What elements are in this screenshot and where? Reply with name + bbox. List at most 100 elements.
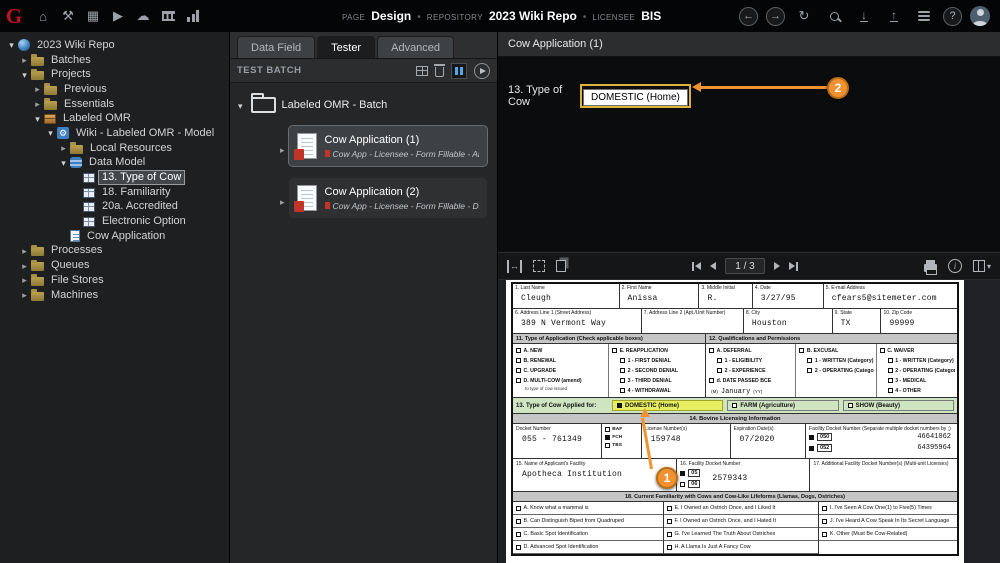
columns-icon[interactable] [416, 66, 428, 76]
delete-icon[interactable] [435, 64, 444, 77]
sidebar-item-18-familiarity[interactable]: 18. Familiarity [0, 185, 229, 200]
chevron-right-icon[interactable] [57, 142, 70, 154]
viewer-toolbar: ↔ 1 / 3 i ▾ [498, 253, 1000, 280]
chevron-right-icon[interactable] [280, 192, 285, 210]
user-avatar[interactable] [970, 6, 990, 26]
sidebar-item-labeled-omr[interactable]: Labeled OMR [0, 111, 229, 126]
grid-icon[interactable]: ▦ [82, 5, 104, 27]
sidebar-item-previous[interactable]: Previous [0, 82, 229, 97]
document-item-2[interactable]: Cow Application (2) Cow App - Licensee -… [289, 178, 487, 218]
run-test-icon[interactable] [474, 63, 490, 79]
sidebar-item-batches[interactable]: Batches [0, 53, 229, 68]
sidebar-item-label: Machines [48, 289, 101, 302]
help-icon[interactable]: ? [943, 7, 962, 26]
repository-value[interactable]: 2023 Wiki Repo [489, 9, 577, 23]
repository-label: REPOSITORY [427, 13, 483, 22]
chevron-right-icon[interactable] [31, 83, 44, 95]
document-icon [297, 185, 317, 211]
chevron-right-icon[interactable] [280, 140, 285, 158]
form-value: 055 - 761349 [516, 432, 598, 444]
chevron-down-icon[interactable] [18, 69, 31, 81]
sidebar-item-projects[interactable]: Projects [0, 67, 229, 82]
chart-icon[interactable] [182, 5, 204, 27]
callout-2-badge: 2 [827, 77, 849, 99]
sidebar-item-queues[interactable]: Queues [0, 258, 229, 273]
tab-data-field[interactable]: Data Field [237, 36, 315, 58]
info-icon[interactable]: i [948, 259, 962, 273]
folder-icon [31, 262, 44, 271]
document-item-1[interactable]: Cow Application (1) Cow App - Licensee -… [289, 126, 487, 166]
sidebar-item-13-type-of-cow[interactable]: 13. Type of Cow [0, 170, 229, 185]
previous-page-button[interactable] [710, 262, 716, 270]
checkbox-label: A. Know what a mammal is [524, 505, 589, 511]
chevron-right-icon[interactable] [31, 98, 44, 110]
sidebar-item-data-model[interactable]: Data Model [0, 156, 229, 171]
sidebar-item-20a-accredited[interactable]: 20a. Accredited [0, 200, 229, 215]
checkbox-icon [516, 358, 521, 363]
chevron-down-icon[interactable] [5, 39, 18, 51]
chevron-down-icon[interactable] [57, 157, 70, 169]
chevron-right-icon[interactable] [18, 245, 31, 257]
print-icon[interactable] [924, 264, 937, 272]
home-icon[interactable]: ⌂ [32, 5, 54, 27]
chevron-down-icon[interactable] [31, 113, 44, 125]
search-icon[interactable] [823, 5, 845, 27]
tab-advanced[interactable]: Advanced [377, 36, 454, 58]
last-page-button[interactable] [789, 262, 798, 271]
page-value[interactable]: Design [371, 9, 411, 23]
sidebar-item-label: 2023 Wiki Repo [34, 39, 118, 52]
next-page-button[interactable] [774, 262, 780, 270]
sidebar-item-processes[interactable]: Processes [0, 244, 229, 259]
form-value: 159748 [645, 432, 727, 444]
first-page-button[interactable] [692, 262, 701, 271]
sidebar-item-machines[interactable]: Machines [0, 288, 229, 303]
checkbox-label: 2 - EXPERIENCE [725, 368, 766, 374]
refresh-icon[interactable]: ↻ [793, 5, 815, 27]
layers-icon[interactable] [913, 5, 935, 27]
chevron-down-icon[interactable] [44, 127, 57, 139]
chevron-right-icon[interactable] [18, 289, 31, 301]
option-domestic: DOMESTIC (Home) [612, 400, 723, 411]
upload-icon[interactable]: ↑ [883, 5, 905, 27]
region-select-icon[interactable] [533, 260, 545, 272]
chevron-down-icon[interactable] [238, 96, 243, 114]
folder-icon [31, 277, 44, 286]
chevron-right-icon[interactable] [18, 54, 31, 66]
page-layout-icon[interactable]: ▾ [973, 260, 991, 272]
forward-button[interactable]: → [766, 7, 785, 26]
checkbox-checked-icon [617, 403, 622, 408]
back-button[interactable]: ← [739, 7, 758, 26]
option-label: FARM (Agriculture) [740, 403, 795, 409]
field-value-input[interactable]: DOMESTIC (Home) [583, 89, 688, 106]
batch-root-item[interactable]: Labeled OMR - Batch [238, 96, 491, 114]
chevron-right-icon[interactable] [18, 274, 31, 286]
sidebar-item-local-resources[interactable]: Local Resources [0, 141, 229, 156]
sidebar-item-essentials[interactable]: Essentials [0, 97, 229, 112]
sidebar-item-cow-application[interactable]: Cow Application [0, 229, 229, 244]
bank-icon[interactable] [157, 5, 179, 27]
checkbox-label: 1 - WRITTEN (Category) [895, 358, 954, 364]
checkbox-icon [717, 368, 722, 373]
page-indicator[interactable]: 1 / 3 [725, 258, 764, 274]
chevron-right-icon[interactable] [18, 260, 31, 272]
tab-tester[interactable]: Tester [317, 36, 375, 58]
data-field-icon [83, 217, 95, 227]
checkbox-icon [717, 358, 722, 363]
pause-icon[interactable] [451, 63, 467, 79]
page-navigation: 1 / 3 [692, 258, 797, 274]
sidebar-item-file-stores[interactable]: File Stores [0, 273, 229, 288]
checkbox-icon [667, 506, 672, 511]
grooper-logo[interactable]: G [0, 0, 28, 32]
sidebar-item-2023-wiki-repo[interactable]: 2023 Wiki Repo [0, 38, 229, 53]
copy-pages-icon[interactable] [556, 260, 566, 272]
cloud-icon[interactable]: ☁ [132, 5, 154, 27]
tools-icon[interactable]: ⚒ [57, 5, 79, 27]
sidebar-item-electronic-option[interactable]: Electronic Option [0, 214, 229, 229]
download-icon[interactable]: ↓ [853, 5, 875, 27]
run-batch-icon[interactable]: ▶ [107, 5, 129, 27]
fit-width-icon[interactable]: ↔ [507, 260, 522, 273]
checkbox-label: C. UPGRADE [524, 368, 557, 374]
document-page[interactable]: 1. Last NameCleugh 2. First NameAnissa 3… [506, 280, 964, 563]
checkbox-icon [516, 378, 521, 383]
sidebar-item-wiki-labeled-omr-model[interactable]: Wiki - Labeled OMR - Model [0, 126, 229, 141]
